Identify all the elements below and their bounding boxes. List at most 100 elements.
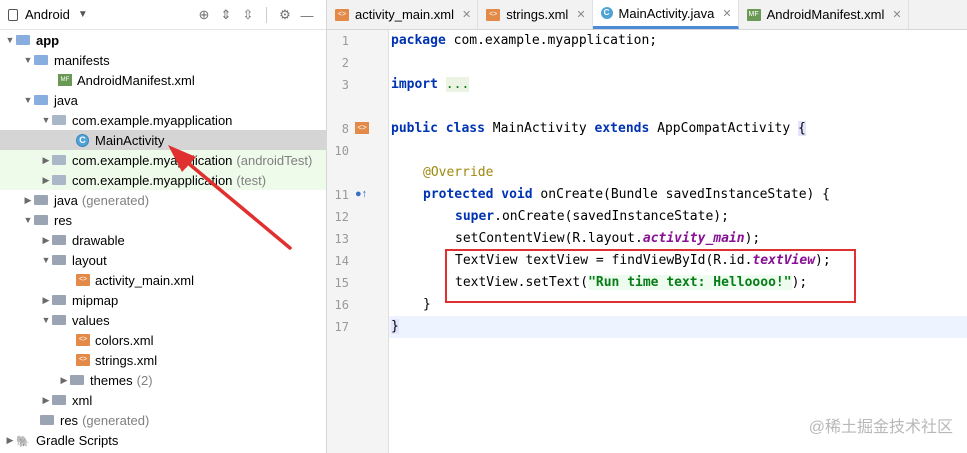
- chevron-right-icon[interactable]: ▶: [40, 395, 52, 406]
- code-line-13: setContentView(R.layout.activity_main);: [455, 231, 760, 246]
- close-icon[interactable]: ✕: [462, 8, 471, 21]
- tree-item-layout[interactable]: ▼ layout: [0, 250, 326, 270]
- tab-strings-xml[interactable]: <> strings.xml ✕: [478, 0, 593, 29]
- tab-activity-main-xml[interactable]: <> activity_main.xml ✕: [327, 0, 479, 29]
- code-line-8: public class MainActivity extends AppCom…: [391, 121, 806, 136]
- code-text: onCreate(Bundle savedInstanceState) {: [532, 187, 831, 202]
- collapse-all-icon[interactable]: ⇳: [240, 7, 256, 23]
- tree-item-label: layout: [72, 252, 107, 268]
- chevron-down-icon[interactable]: ▼: [22, 215, 34, 225]
- code-editor: <> activity_main.xml ✕ <> strings.xml ✕ …: [327, 0, 967, 453]
- tree-item-package-main[interactable]: ▼ com.example.myapplication: [0, 110, 326, 130]
- chevron-down-icon[interactable]: ▼: [22, 55, 34, 65]
- tree-item-label: xml: [72, 392, 93, 408]
- tree-item-xml[interactable]: ▶ xml: [0, 390, 326, 410]
- line-number: 2: [341, 56, 349, 70]
- line-number: 16: [334, 298, 349, 312]
- project-tree: ▼ app ▼ manifests MF AndroidManifest.xml…: [0, 30, 326, 450]
- hide-panel-icon[interactable]: —: [299, 7, 315, 23]
- gear-icon[interactable]: ⚙: [277, 7, 293, 23]
- generated-folder-icon: [34, 195, 48, 205]
- chevron-down-icon[interactable]: ▼: [40, 255, 52, 265]
- project-panel-toolbar: ⊕ ⇕ ⇳ ⚙ —: [196, 7, 315, 23]
- code-line-1: package com.example.myapplication;: [391, 33, 657, 48]
- resources-folder-icon: [34, 215, 48, 225]
- tree-item-res-generated[interactable]: res (generated): [0, 410, 326, 430]
- code-text: .onCreate(savedInstanceState);: [494, 209, 729, 224]
- tree-item-mainactivity[interactable]: C MainActivity: [0, 130, 326, 150]
- tree-item-java[interactable]: ▼ java: [0, 90, 326, 110]
- chevron-down-icon[interactable]: ▼: [22, 95, 34, 105]
- layout-icon[interactable]: <>: [355, 122, 369, 134]
- folder-icon: [52, 395, 66, 405]
- tree-item-label: themes: [90, 372, 133, 388]
- tree-item-label: MainActivity: [95, 132, 165, 148]
- tree-item-androidmanifest[interactable]: MF AndroidManifest.xml: [0, 70, 326, 90]
- line-number: 1: [341, 34, 349, 48]
- chevron-right-icon[interactable]: ▶: [58, 375, 70, 386]
- expand-all-icon[interactable]: ⇕: [218, 7, 234, 23]
- tree-item-label: Gradle Scripts: [36, 432, 119, 448]
- xml-file-icon: <>: [486, 8, 501, 21]
- tree-item-label: strings.xml: [95, 352, 158, 368]
- chevron-right-icon[interactable]: ▶: [40, 295, 52, 306]
- editor-tabs: <> activity_main.xml ✕ <> strings.xml ✕ …: [327, 0, 967, 30]
- folder-icon: [34, 55, 48, 65]
- keyword: void: [501, 187, 533, 202]
- project-view-selector[interactable]: Android: [25, 7, 70, 22]
- chevron-down-icon[interactable]: ▼: [40, 315, 52, 325]
- tree-item-mipmap[interactable]: ▶ mipmap: [0, 290, 326, 310]
- close-icon[interactable]: ✕: [892, 8, 901, 21]
- tree-item-themes[interactable]: ▶ themes (2): [0, 370, 326, 390]
- tree-item-java-generated[interactable]: ▶ java (generated): [0, 190, 326, 210]
- chevron-right-icon[interactable]: ▶: [40, 175, 52, 186]
- tab-mainactivity-java[interactable]: C MainActivity.java ✕: [592, 0, 739, 29]
- xml-file-icon: <>: [76, 274, 90, 286]
- tree-item-label: AndroidManifest.xml: [77, 72, 195, 88]
- tree-item-colors-xml[interactable]: <> colors.xml: [0, 330, 326, 350]
- code-area[interactable]: package com.example.myapplication; impor…: [389, 30, 967, 453]
- line-number: 17: [334, 320, 349, 334]
- tree-item-gradle-scripts[interactable]: ▶ 🐘 Gradle Scripts: [0, 430, 326, 450]
- folder-icon: [70, 375, 84, 385]
- tab-androidmanifest-xml[interactable]: MF AndroidManifest.xml ✕: [739, 0, 909, 29]
- close-icon[interactable]: ✕: [722, 7, 731, 20]
- tree-item-activity-main-xml[interactable]: <> activity_main.xml: [0, 270, 326, 290]
- tree-item-package-test[interactable]: ▶ com.example.myapplication (test): [0, 170, 326, 190]
- annotation: @Override: [423, 165, 494, 180]
- chevron-down-icon[interactable]: ▼: [78, 9, 88, 20]
- chevron-right-icon[interactable]: ▶: [40, 235, 52, 246]
- locate-icon[interactable]: ⊕: [196, 7, 212, 23]
- tab-label: strings.xml: [506, 7, 569, 22]
- tree-item-manifests[interactable]: ▼ manifests: [0, 50, 326, 70]
- tree-item-values[interactable]: ▼ values: [0, 310, 326, 330]
- line-number: 13: [334, 232, 349, 246]
- tree-item-package-androidtest[interactable]: ▶ com.example.myapplication (androidTest…: [0, 150, 326, 170]
- ide-window: Android ▼ ⊕ ⇕ ⇳ ⚙ — ▼ app ▼ manifests MF…: [0, 0, 967, 453]
- folder-icon: [52, 235, 66, 245]
- folded-imports[interactable]: ...: [445, 77, 470, 92]
- tree-item-label: activity_main.xml: [95, 272, 194, 288]
- tree-item-app[interactable]: ▼ app: [0, 30, 326, 50]
- tree-item-suffix: (generated): [82, 412, 150, 428]
- chevron-right-icon[interactable]: ▶: [4, 435, 16, 446]
- close-icon[interactable]: ✕: [576, 8, 585, 21]
- chevron-down-icon[interactable]: ▼: [4, 35, 16, 45]
- chevron-right-icon[interactable]: ▶: [22, 195, 34, 206]
- class-icon: C: [600, 7, 613, 19]
- override-icon[interactable]: ●↑: [355, 188, 367, 200]
- tree-item-drawable[interactable]: ▶ drawable: [0, 230, 326, 250]
- tree-item-label: com.example.myapplication: [72, 112, 233, 128]
- toolbar-divider: [266, 7, 267, 23]
- tree-item-label: com.example.myapplication: [72, 172, 233, 188]
- tree-item-label: mipmap: [72, 292, 119, 308]
- package-icon: [52, 115, 66, 125]
- package-icon: [52, 155, 66, 165]
- tree-item-res[interactable]: ▼ res: [0, 210, 326, 230]
- tree-item-label: app: [36, 32, 60, 48]
- chevron-right-icon[interactable]: ▶: [40, 155, 52, 166]
- folder-icon: [52, 255, 66, 265]
- matching-brace: }: [391, 319, 399, 334]
- tree-item-strings-xml[interactable]: <> strings.xml: [0, 350, 326, 370]
- chevron-down-icon[interactable]: ▼: [40, 115, 52, 125]
